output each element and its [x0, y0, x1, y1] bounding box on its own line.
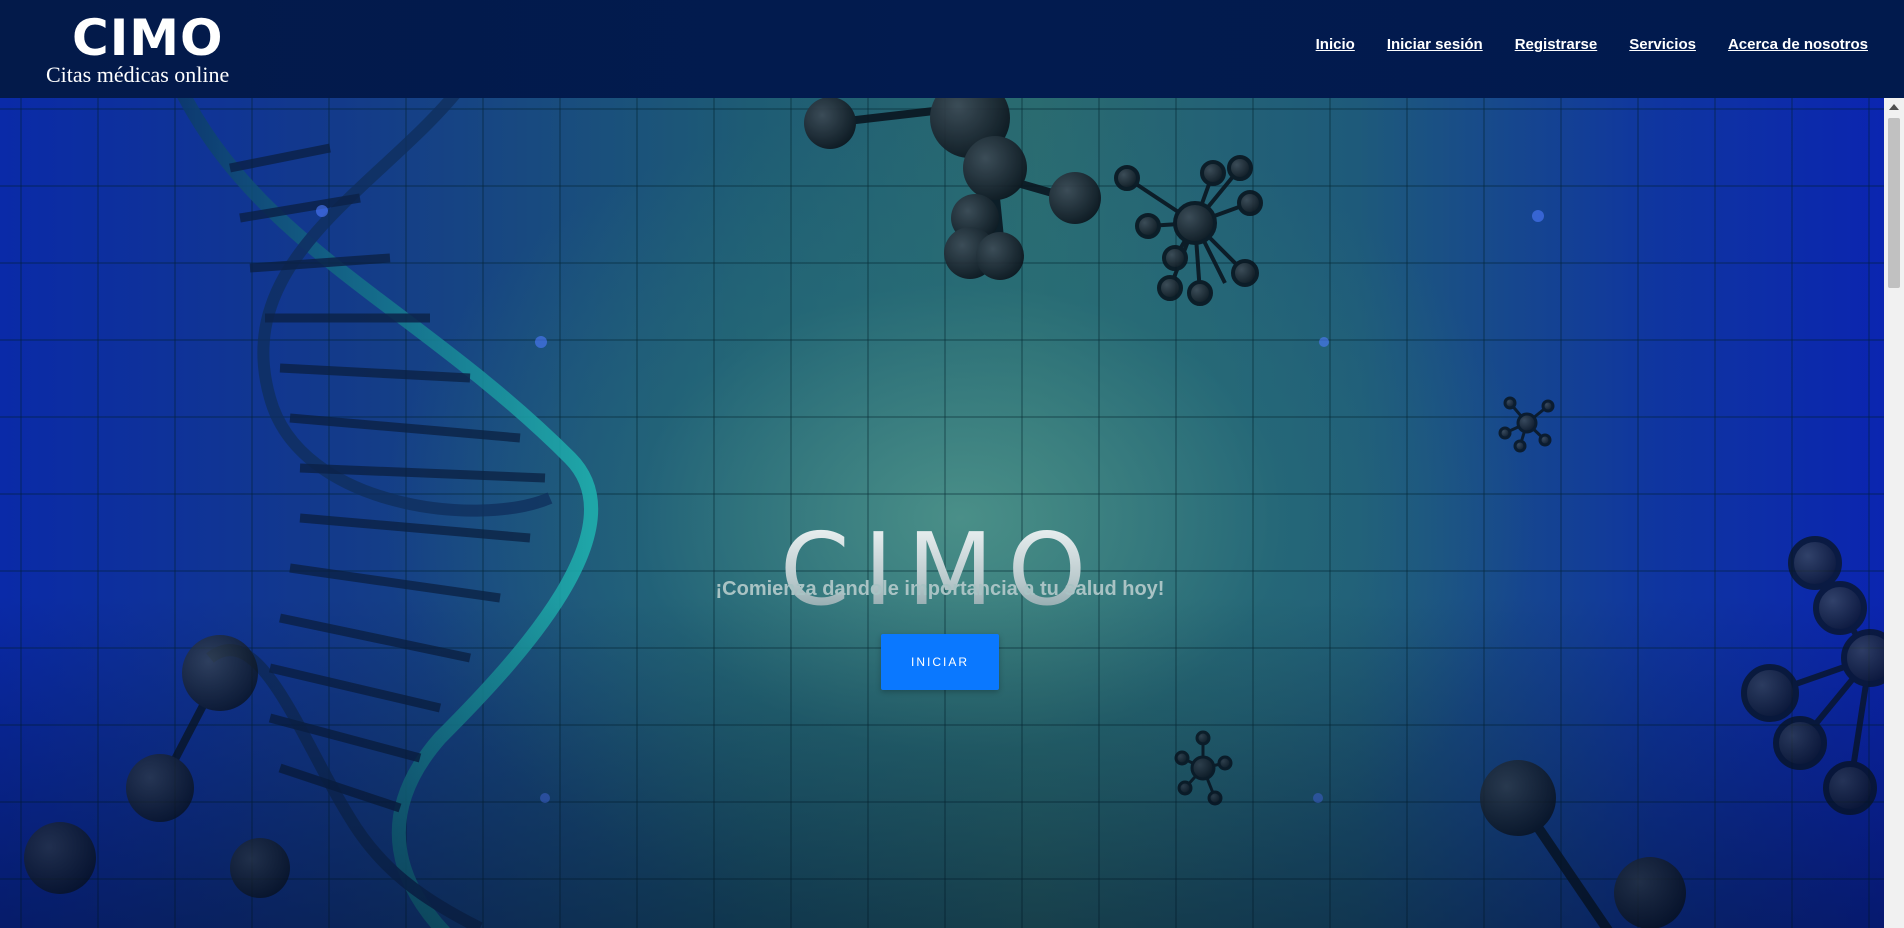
nav-link-servicios[interactable]: Servicios [1629, 36, 1696, 53]
main-nav: Inicio Iniciar sesión Registrarse Servic… [1316, 36, 1868, 53]
page: CIMO Citas médicas online Inicio Iniciar… [0, 0, 1904, 928]
scroll-up-button[interactable] [1884, 98, 1904, 115]
logo-tagline: Citas médicas online [46, 62, 230, 87]
nav-link-inicio[interactable]: Inicio [1316, 36, 1355, 53]
hero-title: CIMO [0, 515, 1880, 625]
page-scrollbar[interactable] [1884, 98, 1904, 928]
iniciar-button[interactable]: INICIAR [881, 634, 999, 690]
nav-link-registrarse[interactable]: Registrarse [1515, 36, 1598, 53]
site-header: CIMO Citas médicas online Inicio Iniciar… [0, 0, 1904, 98]
hero-subtitle: ¡Comienza dandole importancia a tu salud… [715, 578, 1165, 600]
nav-link-iniciar-sesion[interactable]: Iniciar sesión [1387, 36, 1483, 53]
site-logo[interactable]: CIMO Citas médicas online [44, 10, 234, 90]
caret-up-icon [1889, 103, 1899, 110]
scrollbar-thumb[interactable] [1888, 118, 1900, 288]
nav-link-acerca-de-nosotros[interactable]: Acerca de nosotros [1728, 36, 1868, 53]
logo-mark: CIMO [72, 9, 224, 67]
hero-content: CIMO ¡Comienza dandole importancia a tu … [0, 98, 1884, 928]
hero-section: CIMO ¡Comienza dandole importancia a tu … [0, 98, 1884, 928]
